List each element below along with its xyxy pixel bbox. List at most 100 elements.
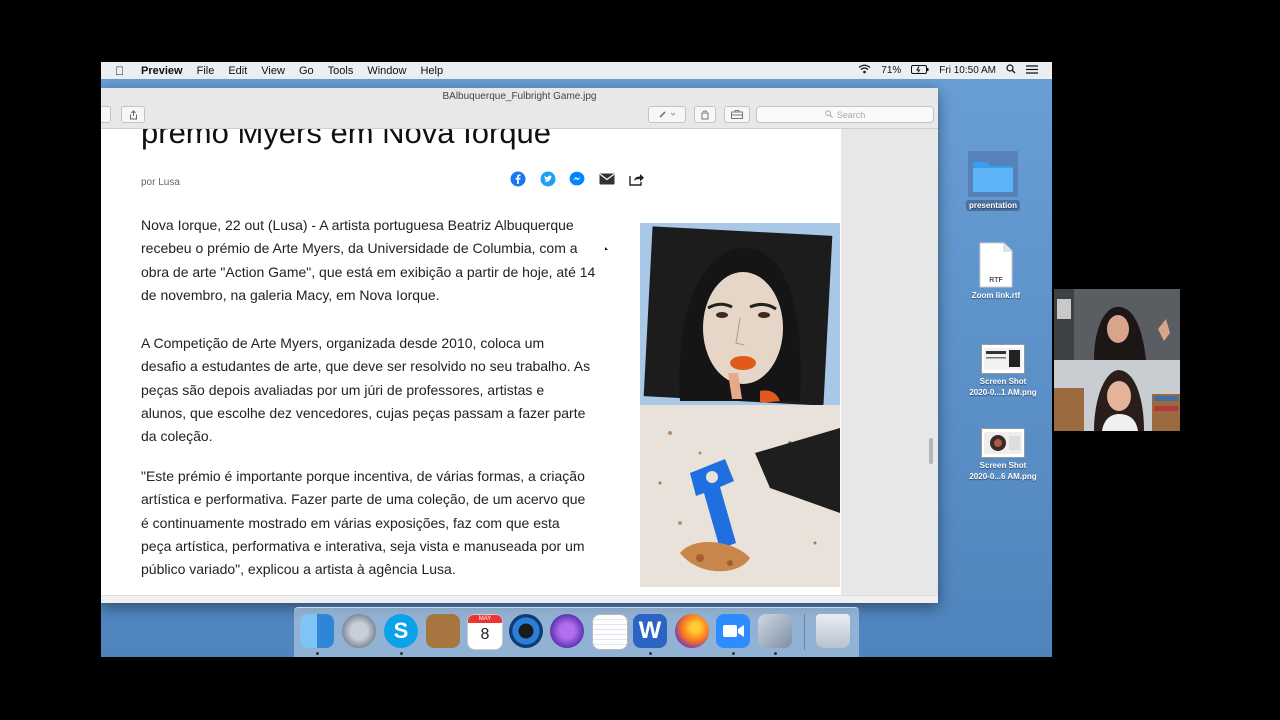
rtf-document-icon: RTF	[979, 242, 1013, 288]
running-indicator	[649, 652, 652, 655]
menu-file[interactable]: File	[197, 65, 215, 77]
menu-window[interactable]: Window	[367, 65, 406, 77]
article-paragraph-1: Nova Iorque, 22 out (Lusa) - A artista p…	[141, 214, 621, 307]
desktop-screen:  Preview File Edit View Go Tools Window…	[101, 62, 1052, 657]
video-tile-participant-1[interactable]	[1054, 289, 1180, 360]
article-byline: por Lusa	[141, 177, 180, 188]
spotlight-icon[interactable]	[1006, 64, 1016, 77]
wifi-icon[interactable]	[858, 64, 871, 77]
file-label: Screen Shot	[979, 461, 1027, 470]
article-paragraph-2: A Competição de Arte Myers, organizada d…	[141, 332, 621, 448]
notefile-icon[interactable]	[426, 614, 460, 648]
video-tile-participant-2[interactable]	[1054, 360, 1180, 431]
desktop-file-zoom-link[interactable]: RTF Zoom link.rtf	[961, 242, 1031, 301]
paragraph-line: "Este prémio é importante porque incenti…	[141, 468, 585, 484]
file-label: 2020-0...6 AM.png	[969, 472, 1037, 481]
calendar-icon[interactable]: MAY 8	[467, 614, 503, 650]
paragraph-line: público variado", explicou a artista à a…	[141, 561, 456, 578]
email-icon[interactable]	[599, 171, 615, 187]
markup-button[interactable]	[648, 106, 686, 123]
paragraph-line: Nova Iorque, 22 out (Lusa) - A artista p…	[141, 217, 574, 233]
running-indicator	[400, 652, 403, 655]
twitter-icon[interactable]	[540, 171, 556, 187]
search-input[interactable]: Search	[756, 106, 934, 123]
preview-icon[interactable]	[758, 614, 792, 648]
file-label: 2020-0...1 AM.png	[969, 388, 1037, 397]
menu-tools[interactable]: Tools	[328, 65, 354, 77]
quicktime-icon[interactable]	[509, 614, 543, 648]
word-icon[interactable]: W	[633, 614, 667, 648]
forward-share-icon[interactable]	[629, 171, 645, 187]
menu-view[interactable]: View	[261, 65, 285, 77]
zoom-icon[interactable]	[716, 614, 750, 648]
share-icon	[129, 109, 137, 119]
desktop-file-screenshot-2[interactable]: Screen Shot 2020-0...6 AM.png	[957, 428, 1049, 482]
screenshot-thumbnail-icon	[981, 344, 1025, 374]
imovie-icon[interactable]	[550, 614, 584, 648]
search-icon	[825, 109, 833, 120]
paragraph-line: peça artística, performativa e interativ…	[141, 537, 585, 554]
paragraph-line: da coleção.	[141, 428, 213, 445]
firefox-icon[interactable]	[675, 614, 709, 648]
calendar-day: 8	[480, 626, 490, 643]
window-bottom-edge	[101, 595, 938, 603]
desktop-file-screenshot-1[interactable]: Screen Shot 2020-0...1 AM.png	[957, 344, 1049, 398]
window-title: BAlbuquerque_Fulbright Game.jpg	[442, 91, 597, 102]
dock: S MAY 8 W	[294, 607, 859, 657]
paragraph-line: obra de arte "Action Game", que está em …	[141, 263, 596, 280]
folder-label: presentation	[965, 200, 1020, 211]
battery-percent: 71%	[881, 65, 902, 76]
document-page: premo Myers em Nova Iorque por Lusa Nova…	[101, 129, 841, 603]
back-button[interactable]	[101, 106, 111, 123]
paragraph-line: A Competição de Arte Myers, organizada d…	[141, 335, 545, 351]
trash-icon[interactable]	[816, 614, 850, 648]
page-gutter	[841, 129, 938, 603]
toolbox-icon	[731, 110, 743, 119]
desktop-folder-presentation[interactable]: presentation	[959, 150, 1027, 211]
paragraph-line: é continuamente mostrado em várias expos…	[141, 514, 560, 531]
rtf-badge: RTF	[989, 277, 1003, 284]
running-indicator	[316, 652, 319, 655]
article-paragraph-3: "Este prémio é importante porque incenti…	[141, 465, 621, 581]
launchpad-icon[interactable]	[342, 614, 376, 648]
paragraph-line: peças são depois avaliadas por um júri d…	[141, 381, 545, 398]
textedit-icon[interactable]	[592, 614, 628, 650]
window-toolbar: BAlbuquerque_Fulbright Game.jpg Search	[101, 88, 938, 129]
share-toolbar-button[interactable]	[121, 106, 145, 123]
paragraph-line: artística e performativa. Fazer parte de…	[141, 491, 586, 508]
vertical-scrollbar[interactable]	[929, 438, 933, 464]
file-label: Zoom link.rtf	[971, 291, 1021, 300]
facebook-icon[interactable]	[510, 171, 526, 187]
folder-icon	[968, 151, 1018, 197]
file-label: Screen Shot	[979, 377, 1027, 386]
finder-icon[interactable]	[300, 614, 334, 648]
menu-bar:  Preview File Edit View Go Tools Window…	[101, 62, 1052, 79]
rotate-button[interactable]	[694, 106, 716, 123]
screenshot-thumbnail-icon	[981, 428, 1025, 458]
notification-center-icon[interactable]	[1026, 64, 1038, 77]
menu-edit[interactable]: Edit	[228, 65, 247, 77]
menu-app-name[interactable]: Preview	[141, 65, 183, 77]
menu-help[interactable]: Help	[420, 65, 443, 77]
article-photo	[640, 223, 840, 587]
preview-window: BAlbuquerque_Fulbright Game.jpg Search p…	[101, 88, 938, 603]
dock-separator	[804, 614, 805, 650]
paragraph-line: alunos, que escolhe dez vencedores, cuja…	[141, 404, 586, 421]
paragraph-line: de novembro, na galeria Macy, em Nova Io…	[141, 286, 440, 303]
messenger-icon[interactable]	[569, 171, 585, 187]
running-indicator	[774, 652, 777, 655]
menu-clock[interactable]: Fri 10:50 AM	[939, 65, 996, 76]
apple-menu-icon[interactable]: 	[115, 64, 129, 78]
article-headline: premo Myers em Nova Iorque	[141, 129, 552, 150]
toolbox-button[interactable]	[724, 106, 750, 123]
calendar-month: MAY	[468, 615, 502, 623]
battery-icon[interactable]	[911, 64, 929, 77]
paragraph-line: desafio a estudantes de arte, que deve s…	[141, 358, 591, 375]
rotate-icon	[701, 110, 709, 119]
search-placeholder: Search	[836, 109, 866, 120]
menu-go[interactable]: Go	[299, 65, 314, 77]
skype-icon[interactable]: S	[384, 614, 418, 648]
mouse-cursor	[605, 247, 608, 250]
pen-icon	[659, 111, 676, 118]
running-indicator	[732, 652, 735, 655]
